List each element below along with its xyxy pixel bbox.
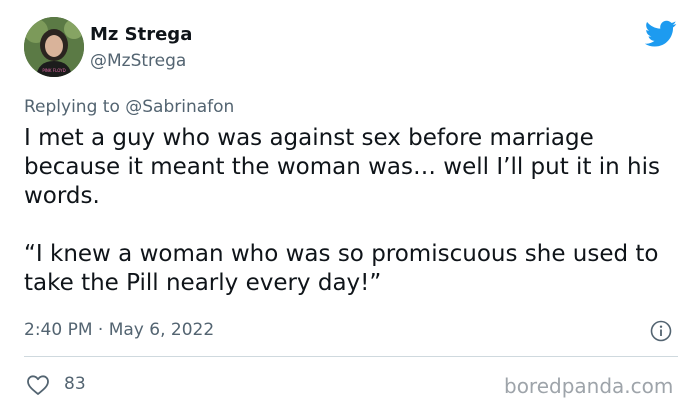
author-handle[interactable]: @MzStrega <box>90 51 186 71</box>
tweet-timestamp[interactable]: 2:40 PM · May 6, 2022 <box>24 320 214 340</box>
replying-prefix: Replying to <box>24 97 120 117</box>
avatar[interactable]: PINK FLOYD <box>24 17 84 77</box>
heart-icon[interactable] <box>26 374 50 396</box>
replying-to: Replying to @Sabrinafon <box>24 96 234 118</box>
watermark: boredpanda.com <box>504 374 674 398</box>
twitter-bird-icon[interactable] <box>644 20 677 48</box>
reply-mention-link[interactable]: @Sabrinafon <box>125 97 234 117</box>
info-icon[interactable] <box>650 320 672 342</box>
tweet-text: I met a guy who was against sex before m… <box>24 125 661 296</box>
like-count: 83 <box>64 374 86 394</box>
author-display-name[interactable]: Mz Strega <box>90 24 192 46</box>
avatar-shirt-text: PINK FLOYD <box>42 68 65 73</box>
divider <box>24 356 678 357</box>
